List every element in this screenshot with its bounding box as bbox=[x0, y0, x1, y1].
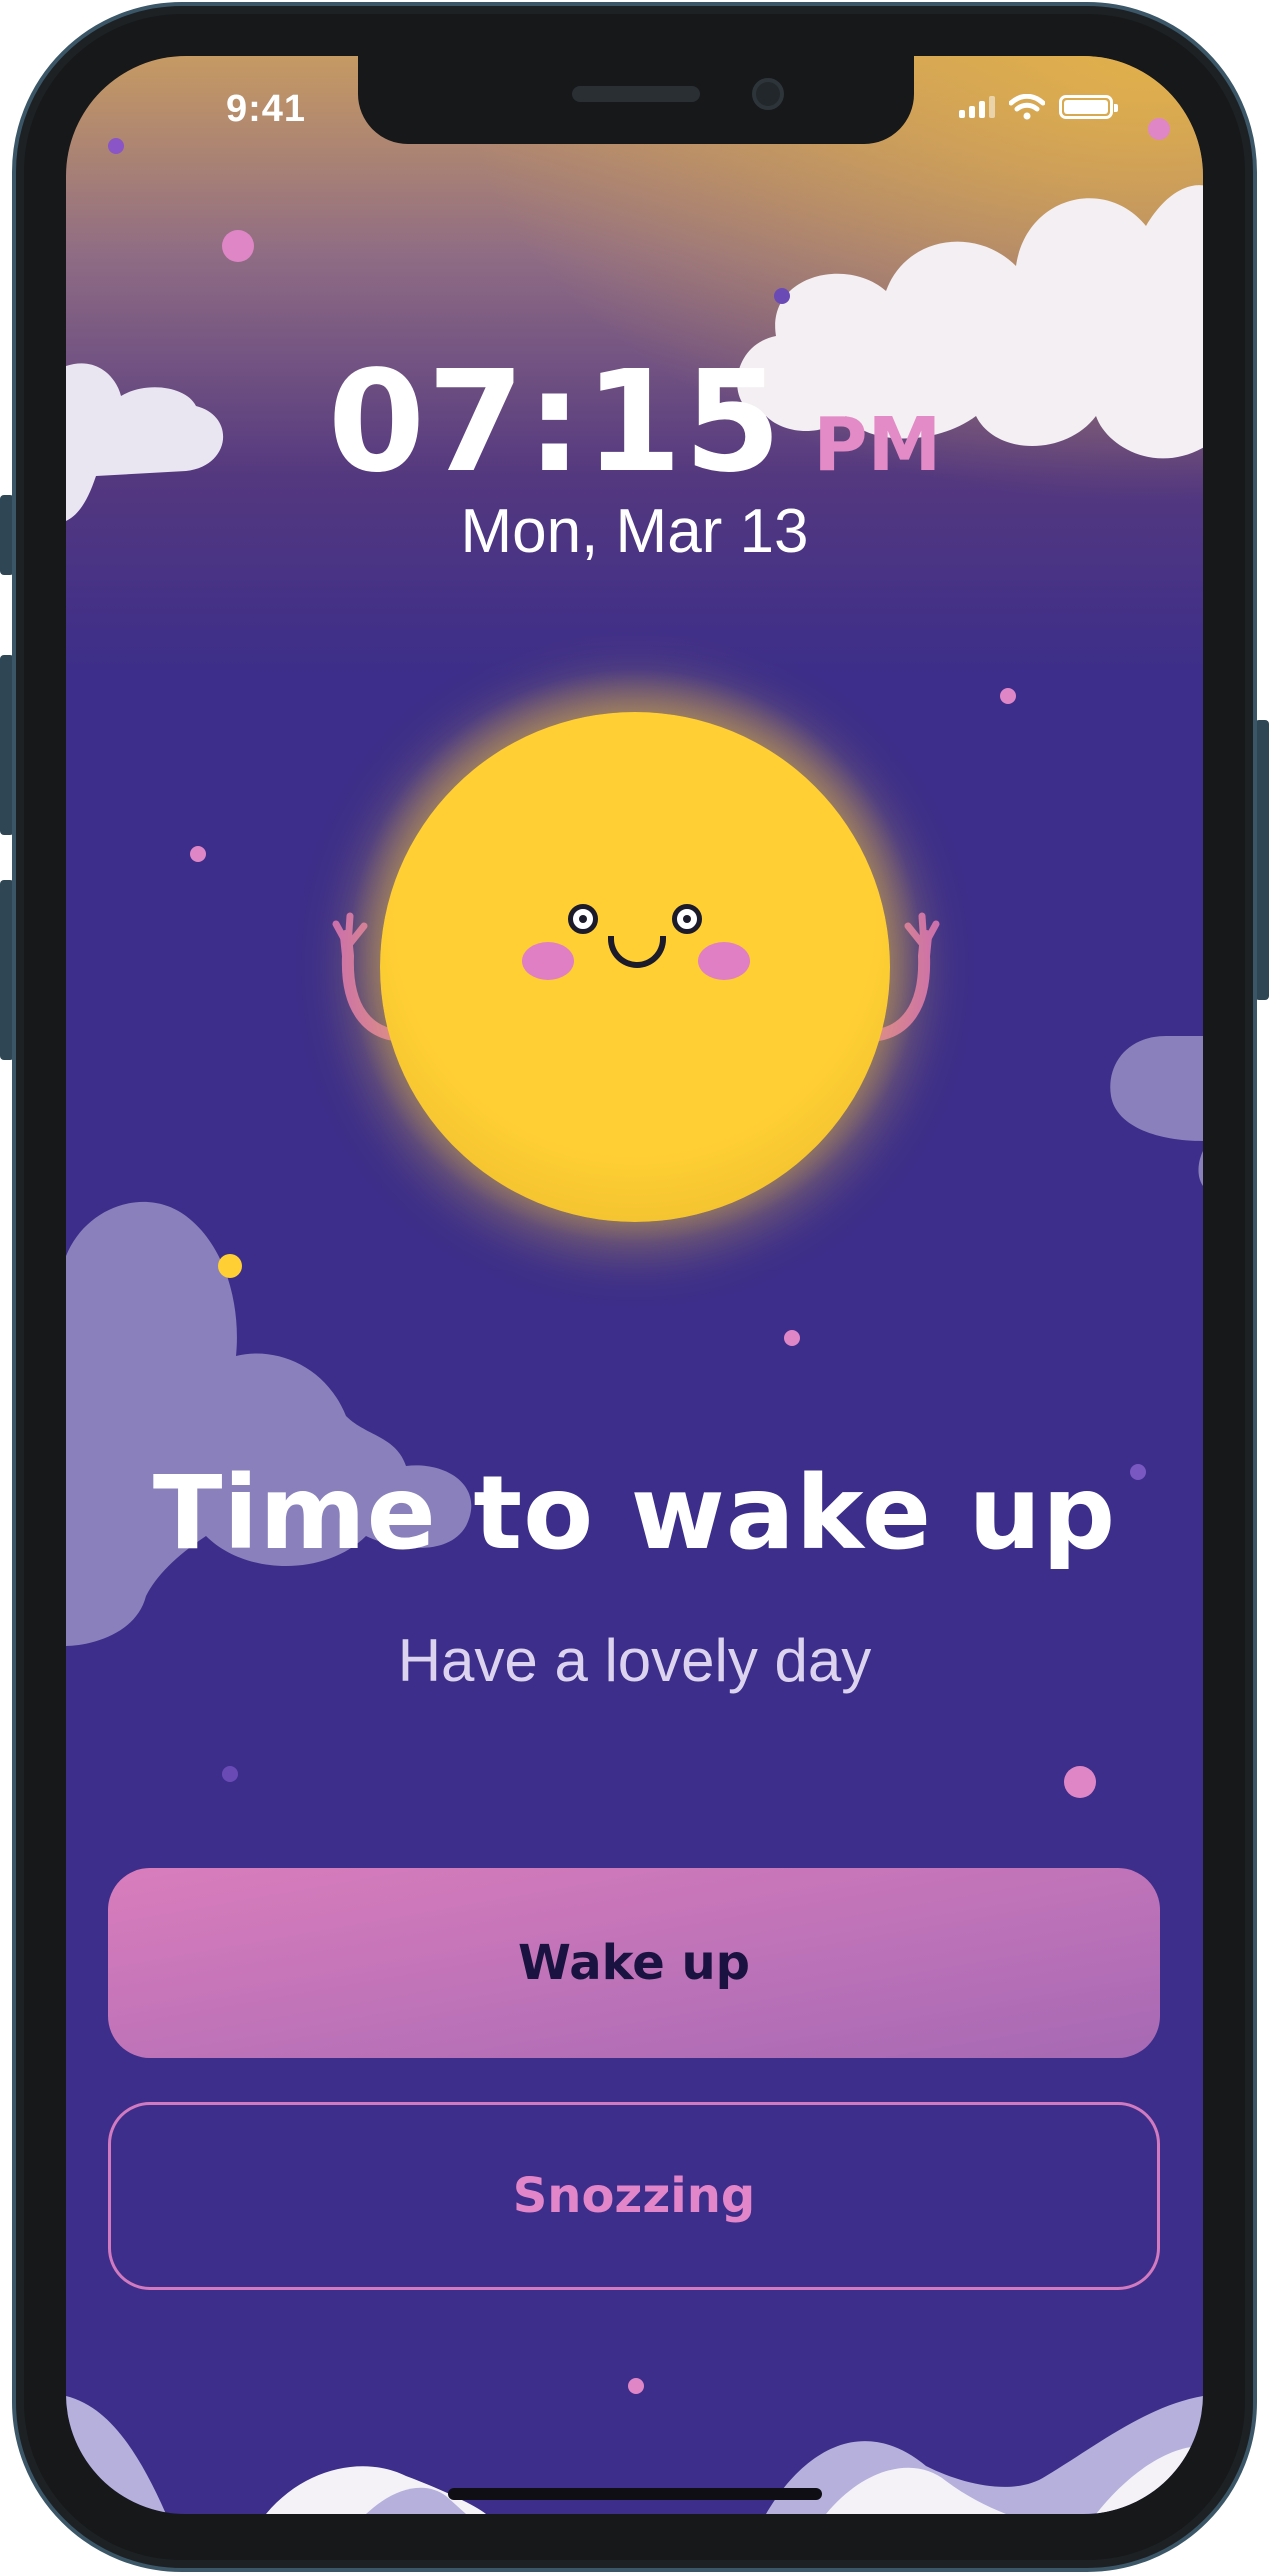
sparkle-dot bbox=[108, 138, 124, 154]
speaker bbox=[572, 86, 700, 102]
alarm-screen: 9:41 07:15 PM Mon, Mar 13 Time to wake u… bbox=[66, 56, 1203, 2514]
notch bbox=[358, 56, 914, 144]
sparkle-dot bbox=[222, 230, 254, 262]
status-icons bbox=[959, 94, 1118, 120]
wifi-icon bbox=[1009, 94, 1045, 120]
wake-up-button[interactable]: Wake up bbox=[108, 1868, 1160, 2058]
sparkle-dot bbox=[1148, 118, 1170, 140]
status-time: 9:41 bbox=[226, 88, 307, 130]
wake-subtitle: Have a lovely day bbox=[397, 1627, 872, 1694]
sun-right-eye bbox=[672, 904, 702, 934]
sparkle-dot bbox=[628, 2378, 644, 2394]
sparkle-dot bbox=[784, 1330, 800, 1346]
power-button bbox=[1255, 720, 1269, 1000]
alarm-date: Mon, Mar 13 bbox=[460, 497, 809, 566]
sparkle-dot bbox=[774, 288, 790, 304]
alarm-clock: 07:15 PM bbox=[66, 341, 1203, 504]
sparkle-dot bbox=[222, 1766, 238, 1782]
sun-left-cheek bbox=[522, 942, 574, 980]
cloud-right bbox=[1110, 1036, 1203, 1186]
sparkle-dot bbox=[1000, 688, 1016, 704]
sparkle-dot bbox=[218, 1254, 242, 1278]
signal-icon bbox=[959, 96, 995, 118]
wake-title: Time to wake up bbox=[152, 1454, 1117, 1573]
sparkle-dot bbox=[190, 846, 206, 862]
sun-left-eye bbox=[568, 904, 598, 934]
bottom-waves bbox=[66, 2396, 1203, 2514]
smiling-sun-icon bbox=[380, 712, 890, 1222]
home-indicator[interactable] bbox=[448, 2488, 822, 2500]
sparkle-dot bbox=[1064, 1766, 1096, 1798]
alarm-meridiem: PM bbox=[813, 402, 942, 488]
phone-frame: 9:41 07:15 PM Mon, Mar 13 Time to wake u… bbox=[0, 0, 1269, 2574]
battery-icon bbox=[1059, 95, 1118, 119]
sun-right-cheek bbox=[698, 942, 750, 980]
sun-mouth bbox=[608, 936, 666, 968]
front-camera bbox=[752, 78, 784, 110]
alarm-time: 07:15 bbox=[327, 341, 784, 504]
snooze-button[interactable]: Snozzing bbox=[108, 2102, 1160, 2290]
